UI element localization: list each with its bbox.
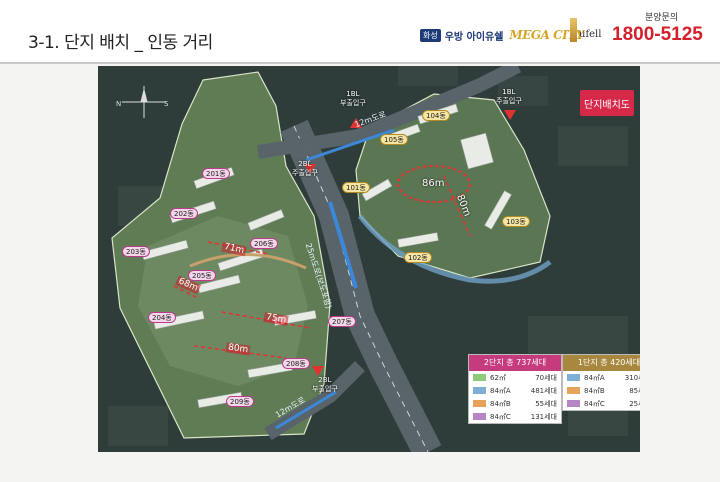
gate-2bl-sub: 2BL 부출입구 [312,376,338,394]
building-207[interactable]: 207동 [328,316,356,327]
header-divider [0,62,720,64]
building-101[interactable]: 101동 [342,182,370,193]
compass-north-label: N [116,100,122,108]
legend-type: 84㎡A [584,373,605,382]
ufell-logo-mark [570,18,577,42]
brand-region-badge: 화성 [420,28,441,42]
hotline-label: 분양문의 [645,13,679,23]
compass-icon: N S [116,88,170,118]
legend-type: 84㎡C [490,412,511,421]
gate-2bl-main: 2BL 주출입구 [292,160,318,178]
ufell-logo: ufell [570,18,608,44]
building-205[interactable]: 205동 [188,270,216,281]
legend-block1: 1단지 총 420세대 84㎡A 310세대 84㎡B 85세대 84㎡C 25… [562,354,640,411]
building-202[interactable]: 202동 [170,208,198,219]
legend-row: 84㎡A 481세대 [469,384,561,397]
legend-type: 84㎡A [490,386,511,395]
gate-2bl-main-line1: 2BL [298,160,312,168]
legend-swatch [473,387,486,394]
legend-type: 84㎡B [584,386,605,395]
legend-block2: 2단지 총 737세대 62㎡ 70세대 84㎡A 481세대 84㎡B 55세… [468,354,562,424]
legend-type: 62㎡ [490,373,506,382]
site-plan-badge: 단지배치도 [580,90,634,116]
legend-count: 25세대 [629,399,640,408]
page-title: 3-1. 단지 배치 _ 인동 거리 [28,33,213,53]
gate-1bl-sub-line2: 부출입구 [340,99,366,107]
legend-swatch [567,387,580,394]
site-plan-map: 단지배치도 N S 12m도로 25m도로(보도포함) 12m도로 1BL 부출… [98,66,640,452]
gate-2bl-main-line2: 주출입구 [292,169,318,177]
legend-count: 481세대 [530,386,557,395]
legend-row: 84㎡C 131세대 [469,410,561,423]
hotline-number[interactable]: 1800-5125 [612,24,703,46]
legend-row: 62㎡ 70세대 [469,371,561,384]
building-102[interactable]: 102동 [404,252,432,263]
legend-swatch [473,413,486,420]
building-206[interactable]: 206동 [250,238,278,249]
gate-2bl-sub-line2: 부출입구 [312,385,338,393]
page-header: 3-1. 단지 배치 _ 인동 거리 화성 우방 아이유쉘 MEGA CITY … [0,0,720,62]
legend-count: 70세대 [535,373,557,382]
legend-count: 131세대 [530,412,557,421]
building-208[interactable]: 208동 [282,358,310,369]
gate-1bl-main: 1BL 주출입구 [496,88,522,106]
legend-swatch [473,400,486,407]
brand-logo: 화성 우방 아이유쉘 MEGA CITY [420,27,584,43]
legend-swatch [567,374,580,381]
gate-1bl-main-line1: 1BL [502,88,516,96]
building-105[interactable]: 105동 [380,134,408,145]
building-209[interactable]: 209동 [226,396,254,407]
gate-2bl-sub-line1: 2BL [318,376,332,384]
building-204[interactable]: 204동 [148,312,176,323]
compass-south-label: S [164,100,169,108]
legend-swatch [567,400,580,407]
legend-row: 84㎡C 25세대 [563,397,640,410]
legend-count: 85세대 [629,386,640,395]
gate-1bl-main-line2: 주출입구 [496,97,522,105]
building-203[interactable]: 203동 [122,246,150,257]
legend-row: 84㎡B 55세대 [469,397,561,410]
legend-swatch [473,374,486,381]
brand-name: 우방 아이유쉘 [444,31,504,43]
legend-block2-title: 2단지 총 737세대 [469,355,561,371]
building-103[interactable]: 103동 [502,216,530,227]
gate-1bl-sub: 1BL 부출입구 [340,90,366,108]
building-201[interactable]: 201동 [202,168,230,179]
distance-label: 86m [422,178,445,189]
legend-type: 84㎡B [490,399,511,408]
ufell-logo-text: ufell [579,29,602,40]
legend-block1-title: 1단지 총 420세대 [563,355,640,371]
legend-count: 55세대 [535,399,557,408]
gate-1bl-sub-line1: 1BL [346,90,360,98]
building-104[interactable]: 104동 [422,110,450,121]
legend-row: 84㎡B 85세대 [563,384,640,397]
legend-row: 84㎡A 310세대 [563,371,640,384]
legend-type: 84㎡C [584,399,605,408]
legend-count: 310세대 [624,373,640,382]
